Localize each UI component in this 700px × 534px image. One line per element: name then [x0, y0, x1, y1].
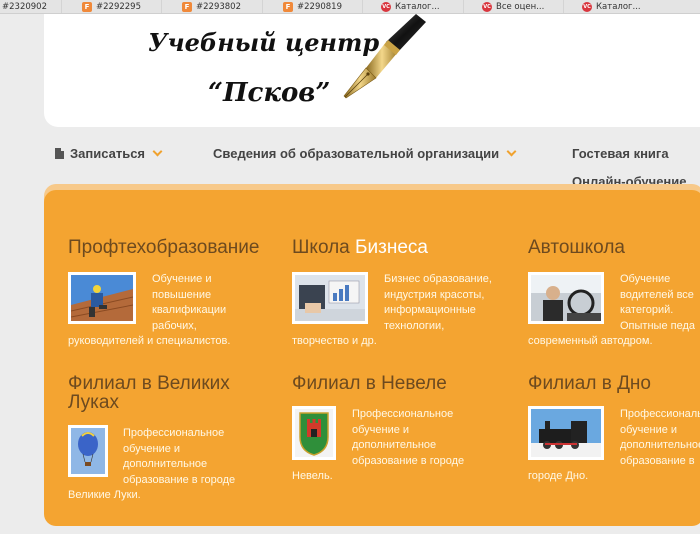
site-header: Учебный центр “Псков” [44, 14, 700, 127]
nav-guestbook-label: Гостевая книга [572, 146, 669, 161]
desc-line: руководителей и специалистов. [68, 335, 231, 348]
block-desc-dno: Профессиональное обучение и дополнительн… [528, 407, 700, 485]
desc-line: технологии, [384, 319, 445, 332]
logo-text-line2: “Псков” [208, 78, 331, 108]
bookmark-label: #2293802 [196, 2, 241, 12]
title-accent: Бизнеса [355, 237, 428, 258]
desc-line: городе Дно. [528, 470, 589, 483]
block-title-prof[interactable]: Профтехобразование [68, 238, 259, 257]
desc-line: Профессиональное [123, 427, 225, 439]
block-title-biz[interactable]: Школа Бизнеса [292, 238, 428, 257]
desc-line: рабочих, [152, 319, 197, 332]
desc-line: индустрия красоты, [384, 288, 485, 301]
vc-icon: VC [582, 2, 592, 12]
block-desc-vluki: Профессиональное обучение и дополнительн… [68, 426, 235, 504]
nav-online-learning[interactable]: Онлайн-обучение [572, 174, 687, 189]
desc-line: Обучение [620, 273, 671, 285]
block-title-vluki[interactable]: Филиал в Великих Луках [68, 374, 230, 412]
vc-icon: VC [381, 2, 391, 12]
desc-line: образование в городе [352, 454, 465, 467]
bookmark-item[interactable]: VC Все оцен... [464, 0, 564, 13]
vc-icon: VC [482, 2, 492, 12]
block-title-nevel[interactable]: Филиал в Невеле [292, 374, 447, 393]
nav-enroll[interactable]: Записаться [55, 146, 163, 161]
chevron-down-icon [506, 146, 517, 156]
nav-guestbook[interactable]: Гостевая книга [572, 146, 669, 161]
bookmark-label: Все оцен... [496, 2, 545, 12]
desc-line: Опытные педа [620, 319, 695, 332]
desc-line: дополнительное [123, 458, 208, 471]
nav-online-label: Онлайн-обучение [572, 174, 687, 189]
desc-line: Бизнес образование, [384, 273, 492, 285]
nav-enroll-label: Записаться [70, 146, 146, 161]
bookmark-item[interactable]: VC Каталог... [564, 0, 700, 13]
bookmark-label: Каталог... [596, 2, 641, 12]
desc-line: Профессиональное [620, 408, 700, 420]
desc-line: обучение и [123, 442, 181, 455]
block-desc-biz: Бизнес образование, индустрия красоты, и… [292, 272, 492, 350]
block-desc-auto: Обучение водителей все категорий. Опытны… [528, 272, 695, 350]
nav-org-info[interactable]: Сведения об образовательной организации [213, 146, 517, 161]
block-title-dno[interactable]: Филиал в Дно [528, 374, 651, 393]
title-line: Луках [68, 392, 119, 413]
bookmark-label: #2320902 [2, 2, 47, 12]
fountain-pen-icon [343, 14, 426, 99]
block-desc-nevel: Профессиональное обучение и дополнительн… [292, 407, 464, 485]
desc-line: дополнительное [620, 439, 700, 452]
desc-line: квалификации [152, 304, 227, 317]
desc-line: Великие Луки. [68, 489, 141, 502]
feedback-icon: F [283, 2, 293, 12]
desc-line: образование в городе [123, 473, 236, 486]
chevron-down-icon [152, 146, 163, 156]
desc-line: дополнительное [352, 439, 437, 452]
desc-line: современный автодром. [528, 335, 653, 348]
feedback-icon: F [82, 2, 92, 12]
bookmark-item[interactable]: #2320902 [0, 0, 62, 13]
desc-line: Профессиональное [352, 408, 454, 420]
desc-line: Невель. [292, 470, 333, 483]
desc-line: информационные [384, 304, 476, 317]
desc-line: Обучение и [152, 273, 212, 285]
desc-line: обучение и [620, 423, 678, 436]
feedback-icon: F [182, 2, 192, 12]
bookmark-label: Каталог... [395, 2, 440, 12]
desc-line: обучение и [352, 423, 410, 436]
nav-org-info-label: Сведения об образовательной организации [213, 146, 500, 161]
desc-line: образование в [620, 454, 695, 467]
desc-line: повышение [152, 288, 212, 301]
desc-line: категорий. [620, 304, 674, 317]
bookmark-item[interactable]: F #2293802 [162, 0, 263, 13]
title-part: Школа [292, 237, 356, 258]
block-title-auto[interactable]: Автошкола [528, 238, 625, 257]
block-desc-prof: Обучение и повышение квалификации рабочи… [68, 272, 230, 350]
document-icon [55, 148, 64, 159]
title-line: Филиал в Великих [68, 373, 230, 394]
bookmark-label: #2290819 [297, 2, 342, 12]
desc-line: творчество и др. [292, 335, 377, 348]
bookmark-item[interactable]: F #2292295 [62, 0, 162, 13]
bookmark-label: #2292295 [96, 2, 141, 12]
desc-line: водителей все [620, 288, 694, 301]
